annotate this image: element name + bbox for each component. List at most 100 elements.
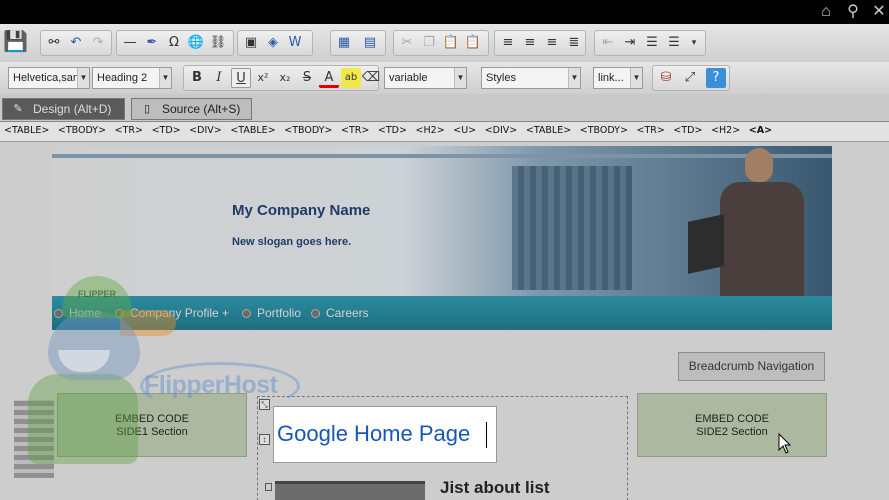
breadcrumb-navigation-button[interactable]: Breadcrumb Navigation — [678, 352, 825, 381]
document-icon: ▯ — [143, 103, 151, 115]
pen-icon[interactable]: ✒ — [142, 33, 162, 53]
article-image[interactable] — [275, 481, 425, 500]
align-left-icon[interactable]: ≡ — [498, 33, 518, 53]
unordered-list-icon[interactable]: ☰ — [664, 33, 684, 53]
nav-item-portfolio[interactable]: Portfolio — [242, 305, 301, 321]
nav-item-careers[interactable]: Careers — [311, 305, 369, 321]
chevron-down-icon: ▼ — [454, 68, 466, 88]
home-icon[interactable]: ⌂ — [816, 2, 836, 22]
tab-design[interactable]: ✎ Design (Alt+D) — [2, 98, 125, 120]
undo-icon[interactable]: ↶ — [66, 33, 86, 53]
align-justify-icon[interactable]: ≣ — [564, 33, 584, 53]
tab-source[interactable]: ▯ Source (Alt+S) — [131, 98, 252, 120]
resize-handle-icon[interactable]: ⤡ — [259, 399, 270, 410]
tag-path-item[interactable]: <H2> — [416, 125, 445, 136]
flash-icon[interactable]: ◈ — [263, 33, 283, 53]
article-heading: Jist about list — [440, 478, 550, 497]
tag-path-item[interactable]: <TBODY> — [284, 125, 332, 136]
chevron-down-icon: ▼ — [630, 68, 642, 88]
tag-path-item[interactable]: <TABLE> — [526, 125, 571, 136]
search-icon[interactable]: ⚲ — [843, 2, 863, 22]
embed-side1-label: EMBED CODE — [115, 413, 189, 425]
tag-path-item[interactable]: <H2> — [711, 125, 740, 136]
heading-select[interactable]: Heading 2 ▼ — [92, 67, 172, 89]
tag-path-item[interactable]: <TD> — [152, 125, 181, 136]
bullet-icon — [54, 309, 63, 318]
indent-icon[interactable]: ⇥ — [620, 33, 640, 53]
outdent-icon[interactable]: ⇤ — [598, 33, 618, 53]
save-icon[interactable]: 💾 — [3, 29, 28, 53]
hyperlink-globe-icon[interactable]: 🌐 — [186, 33, 206, 53]
heading-value: Heading 2 — [97, 72, 148, 84]
template-icon[interactable]: ⛁ — [656, 68, 676, 88]
italic-icon[interactable]: I — [209, 68, 229, 88]
embed-side1-section[interactable]: EMBED CODE SIDE1 Section — [57, 393, 247, 457]
chevron-down-icon: ▼ — [159, 68, 171, 88]
links-select[interactable]: link... ▼ — [593, 67, 643, 89]
paste-text-icon[interactable]: 📋 — [463, 33, 483, 53]
bold-icon[interactable]: B — [187, 68, 207, 88]
tag-path-item[interactable]: <TABLE> — [4, 125, 49, 136]
bullet-icon — [115, 309, 124, 318]
font-family-select[interactable]: Helvetica,sans- ▼ — [8, 67, 90, 89]
tag-path-item[interactable]: <TR> — [115, 125, 143, 136]
tag-path-item[interactable]: <TD> — [673, 125, 702, 136]
media-group: ▣ ◈ W — [237, 30, 313, 56]
laptop-image — [688, 214, 724, 274]
table-props-icon[interactable]: ▤ — [360, 33, 380, 53]
tag-path-item[interactable]: <TBODY> — [580, 125, 628, 136]
superscript-icon[interactable]: x² — [253, 68, 273, 88]
tag-path-item[interactable]: <TR> — [341, 125, 369, 136]
editor-canvas[interactable]: My Company Name New slogan goes here. Ho… — [0, 142, 889, 500]
fullscreen-icon[interactable]: ⤢ — [680, 68, 700, 88]
eraser-icon[interactable]: ⌫ — [361, 68, 381, 88]
text-caret — [486, 422, 487, 448]
close-icon[interactable]: ✕ — [869, 2, 889, 22]
underline-icon[interactable]: U — [231, 68, 251, 88]
cut-icon[interactable]: ✂ — [397, 33, 417, 53]
tag-path-item[interactable]: <DIV> — [189, 125, 222, 136]
table-group: ▦ ▤ — [330, 30, 386, 56]
slogan: New slogan goes here. — [232, 236, 352, 248]
tag-path-item[interactable]: <U> — [453, 125, 476, 136]
unlink-icon[interactable]: ⛓ — [208, 33, 228, 53]
nav-item-company-profile[interactable]: Company Profile + — [115, 305, 229, 321]
embed-side2-section[interactable]: EMBED CODE SIDE2 Section — [637, 393, 827, 457]
ordered-list-icon[interactable]: ☰ — [642, 33, 662, 53]
styles-value: Styles — [486, 72, 516, 84]
word-paste-icon[interactable]: W — [285, 33, 305, 53]
move-handle-icon[interactable]: ↕ — [259, 434, 270, 445]
font-size-select[interactable]: variable ▼ — [384, 67, 467, 89]
tag-path-item[interactable]: <DIV> — [485, 125, 518, 136]
copy-icon[interactable]: ❐ — [419, 33, 439, 53]
table-icon[interactable]: ▦ — [334, 33, 354, 53]
tag-path-item-current[interactable]: <A> — [749, 125, 772, 136]
image-icon[interactable]: ▣ — [241, 33, 261, 53]
selected-link-block[interactable]: Google Home Page — [273, 406, 497, 463]
paste-icon[interactable]: 📋 — [441, 33, 461, 53]
styles-select[interactable]: Styles ▼ — [481, 67, 581, 89]
find-icon[interactable]: ⚯ — [44, 33, 64, 53]
redo-icon[interactable]: ↷ — [88, 33, 108, 53]
nav-label: Portfolio — [257, 306, 302, 320]
tag-path-item[interactable]: <TABLE> — [230, 125, 275, 136]
special-char-icon[interactable]: Ω — [164, 33, 184, 53]
toolbar-row-2: Helvetica,sans- ▼ Heading 2 ▼ B I U x² x… — [0, 62, 889, 94]
strikethrough-icon[interactable]: S — [297, 68, 317, 88]
tag-path-item[interactable]: <TBODY> — [58, 125, 106, 136]
google-home-page-link[interactable]: Google Home Page — [277, 421, 470, 447]
font-color-icon[interactable]: A — [319, 68, 339, 88]
align-center-icon[interactable]: ≡ — [520, 33, 540, 53]
embed-side2-sublabel: SIDE2 Section — [696, 426, 768, 438]
help-icon[interactable]: ? — [706, 68, 726, 88]
subscript-icon[interactable]: x₂ — [275, 68, 295, 88]
nav-item-home[interactable]: Home — [54, 305, 101, 321]
more-icon[interactable]: ▾ — [684, 33, 704, 53]
highlight-icon[interactable]: ab — [341, 68, 361, 88]
server-rack-image — [512, 166, 632, 290]
tag-path-item[interactable]: <TR> — [637, 125, 665, 136]
align-right-icon[interactable]: ≡ — [542, 33, 562, 53]
tag-path-item[interactable]: <TD> — [378, 125, 407, 136]
horizontal-rule-icon[interactable]: — — [120, 33, 140, 53]
person-body — [720, 182, 804, 296]
